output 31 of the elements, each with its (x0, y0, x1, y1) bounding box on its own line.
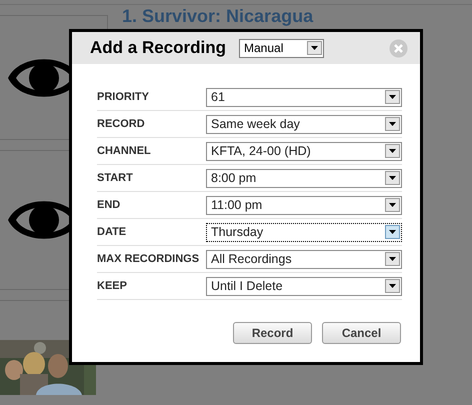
caret-icon (385, 225, 400, 239)
caret-icon (385, 171, 400, 185)
show-title: 1. Survivor: Nicaragua (122, 6, 314, 27)
field-label: MAX RECORDINGS (97, 252, 200, 267)
field-label: START (97, 170, 134, 186)
field-label: KEEP (97, 278, 128, 294)
dialog-title: Add a Recording (90, 37, 226, 60)
caret-icon (385, 198, 400, 212)
mode-select[interactable]: Manual (239, 38, 324, 58)
dropdown[interactable]: 11:00 pm (206, 196, 402, 214)
field-label: RECORD (97, 116, 146, 132)
dialog-button[interactable]: Cancel (322, 322, 401, 344)
dropdown[interactable]: Until I Delete (206, 276, 402, 296)
caret-icon (385, 117, 400, 131)
caret-icon (385, 279, 400, 293)
dropdown[interactable]: All Recordings (206, 250, 402, 268)
close-icon[interactable] (389, 38, 408, 58)
field-label: DATE (97, 224, 128, 240)
dropdown[interactable]: KFTA, 24-00 (HD) (206, 142, 402, 160)
caret-icon (385, 252, 400, 266)
dropdown[interactable]: Same week day (206, 114, 402, 134)
caret-icon (307, 41, 322, 55)
field-label: CHANNEL (97, 144, 152, 159)
dropdown[interactable]: 61 (206, 88, 402, 106)
field-label: END (97, 198, 122, 213)
caret-icon (385, 90, 400, 104)
dialog-button[interactable]: Record (233, 322, 312, 344)
dropdown[interactable]: Thursday (206, 222, 402, 242)
dropdown[interactable]: 8:00 pm (206, 168, 402, 188)
field-label: PRIORITY (97, 90, 150, 105)
caret-icon (385, 144, 400, 158)
